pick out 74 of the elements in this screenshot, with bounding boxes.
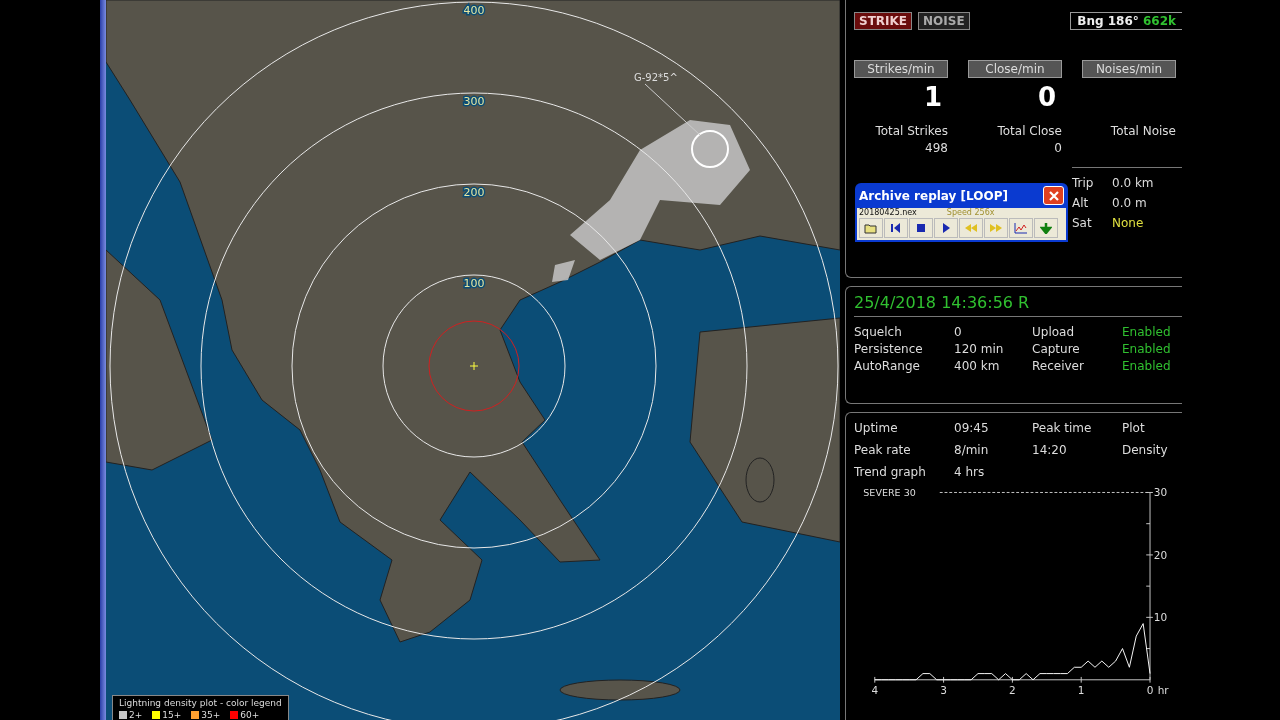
total-label: Total Noise [1110, 124, 1176, 138]
gps-value: None [1112, 216, 1144, 230]
x-tick-label: 3 [940, 684, 947, 697]
stat-label: Peak time [1032, 421, 1093, 435]
leader-line [644, 83, 701, 136]
x-tick-label: 1 [1077, 684, 1085, 697]
play-icon[interactable] [934, 218, 958, 238]
range-label: 200 [463, 186, 485, 199]
counter-heading: Close/min [968, 60, 1062, 78]
feature-state: Enabled [1122, 342, 1172, 356]
close-icon [1047, 189, 1060, 202]
stat-label: 14:20 [1032, 443, 1068, 457]
setting-value: 120 min [954, 342, 1005, 356]
range-label: 100 [463, 277, 485, 290]
speed-label: Speed 256x [946, 208, 995, 217]
legend-label: 15+ [162, 710, 182, 720]
x-axis-label: hr [1157, 684, 1169, 697]
gps-value: 0.0 km [1112, 176, 1154, 190]
file-name: 20180425.nex [859, 208, 917, 217]
mode-button[interactable]: NOISE [918, 12, 970, 30]
total-label: Total Strikes [875, 124, 948, 138]
station-label: G-92*5^ [634, 72, 678, 83]
feature-state: Enabled [1122, 325, 1172, 339]
counter-heading: Noises/min [1082, 60, 1176, 78]
total-value: 0 [1054, 141, 1062, 157]
severe-label: SEVERE 30 [863, 487, 916, 499]
feature-label: Upload [1032, 325, 1076, 339]
dialog-title: Archive replay [LOOP] [859, 188, 1008, 203]
counter-value: 0 [1037, 81, 1056, 114]
close-button[interactable] [1043, 186, 1064, 205]
x-tick-label: 4 [871, 684, 879, 697]
setting-label: Squelch [854, 325, 903, 339]
feature-label: Receiver [1032, 359, 1085, 373]
stat-value: Density [1122, 443, 1169, 457]
legend-label: 2+ [129, 710, 143, 720]
stat-label: Uptime [854, 421, 899, 435]
range-label: 400 [463, 4, 485, 17]
counter-heading: Strikes/min [854, 60, 948, 78]
gps-label: Alt [1072, 196, 1090, 210]
stat-value: 09:45 [954, 421, 990, 435]
setting-value: 400 km [954, 359, 1001, 373]
gps-value: 0.0 m [1112, 196, 1147, 210]
feature-label: Capture [1032, 342, 1081, 356]
stat-value: Plot [1122, 421, 1146, 435]
total-label: Total Close [997, 124, 1062, 138]
setting-value: 0 [954, 325, 963, 339]
total-value: 498 [925, 141, 948, 157]
strike-marker [691, 130, 729, 168]
feature-state: Enabled [1122, 359, 1172, 373]
gps-label: Trip [1072, 176, 1095, 190]
setting-label: Persistence [854, 342, 924, 356]
bearing-readout: Bng 186° 662k [1070, 12, 1182, 30]
y-tick-label: 10 [1153, 611, 1168, 624]
station-cross-icon [469, 361, 479, 371]
x-tick-label: 2 [1009, 684, 1016, 697]
stat-label: Peak rate [854, 443, 912, 457]
y-tick-label: 20 [1153, 548, 1168, 561]
mode-button[interactable]: STRIKE [854, 12, 913, 30]
trend-span: 4 hrs [954, 465, 986, 479]
range-label: 300 [463, 95, 485, 108]
setting-label: AutoRange [854, 359, 921, 373]
legend-label: 35+ [201, 710, 221, 720]
stat-value: 8/min [954, 443, 990, 457]
y-tick-label: 30 [1153, 486, 1168, 499]
clock-readout: 25/4/2018 14:36:56 R [854, 293, 1182, 317]
step-back-icon[interactable] [884, 218, 908, 238]
legend-label: 60+ [240, 710, 260, 720]
x-tick-label: 0 [1146, 684, 1154, 697]
gps-label: Sat [1072, 216, 1093, 230]
graph-icon[interactable] [1009, 218, 1033, 238]
legend-title: Lightning density plot - color legend [119, 698, 282, 708]
stop-icon[interactable] [909, 218, 933, 238]
trend-label: Trend graph [854, 465, 927, 479]
counter-value: 1 [923, 81, 942, 114]
